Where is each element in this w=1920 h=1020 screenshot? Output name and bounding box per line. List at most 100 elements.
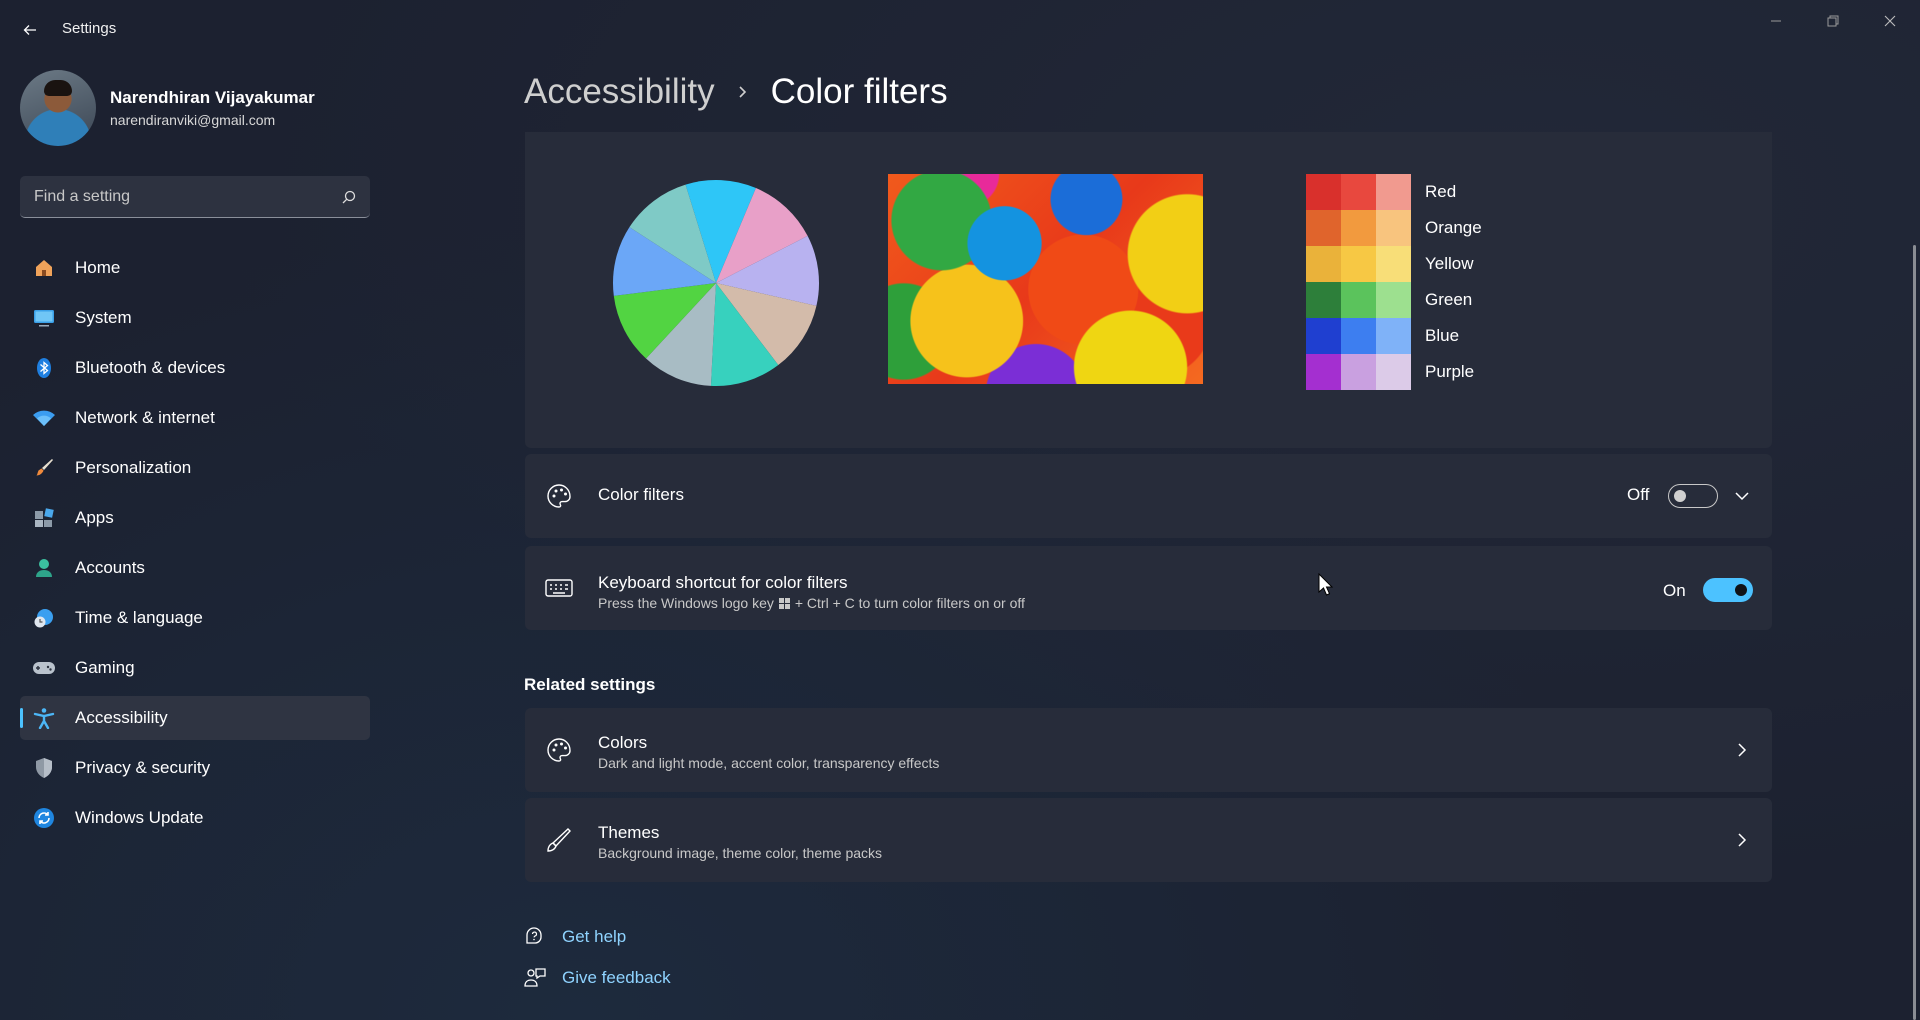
back-button[interactable] (14, 16, 46, 44)
preview-photo (888, 174, 1203, 384)
color-swatch (1376, 318, 1411, 354)
monitor-icon (32, 306, 56, 330)
sidebar-item-windows-update[interactable]: Windows Update (20, 796, 370, 840)
sidebar-item-label: Apps (75, 508, 114, 527)
color-swatch (1341, 282, 1376, 318)
search-input[interactable] (34, 187, 342, 206)
keyboard-shortcut-toggle[interactable] (1703, 578, 1753, 602)
breadcrumb: Accessibility Color filters (524, 72, 948, 112)
minimize-button[interactable] (1753, 6, 1799, 36)
color-swatch (1306, 318, 1341, 354)
globe-clock-icon (32, 606, 56, 630)
sidebar-item-accessibility[interactable]: Accessibility (20, 696, 370, 740)
themes-subtitle: Background image, theme color, theme pac… (598, 845, 883, 861)
color-swatch (1376, 354, 1411, 390)
themes-title: Themes (598, 823, 660, 842)
get-help-label: Get help (562, 927, 627, 946)
sidebar-item-personalization[interactable]: Personalization (20, 446, 370, 490)
color-swatch (1341, 354, 1376, 390)
color-swatch (1341, 246, 1376, 282)
sidebar-item-network[interactable]: Network & internet (20, 396, 370, 440)
sidebar-nav: Home System Bluetooth & devices Network … (20, 246, 370, 846)
sidebar-item-gaming[interactable]: Gaming (20, 646, 370, 690)
color-label: Green (1425, 290, 1473, 309)
gamepad-icon (32, 656, 56, 680)
sidebar-item-apps[interactable]: Apps (20, 496, 370, 540)
keyboard-shortcut-state: On (1663, 581, 1686, 600)
sidebar-item-system[interactable]: System (20, 296, 370, 340)
color-swatch (1376, 246, 1411, 282)
profile-email: narendiranviki@gmail.com (110, 112, 276, 128)
breadcrumb-parent[interactable]: Accessibility (524, 72, 715, 112)
related-settings-heading: Related settings (524, 675, 656, 694)
apps-icon (32, 506, 56, 530)
pen-brush-icon (545, 826, 573, 854)
keyboard-shortcut-setting: Keyboard shortcut for color filters Pres… (525, 546, 1772, 630)
minimize-icon (1771, 20, 1781, 22)
subtitle-text: Press the Windows logo key (598, 595, 774, 611)
color-swatch (1306, 210, 1341, 246)
avatar (20, 70, 96, 146)
app-title: Settings (62, 20, 117, 37)
sidebar-item-time-language[interactable]: Time & language (20, 596, 370, 640)
color-wheel-preview (613, 180, 819, 386)
palette-icon (545, 482, 573, 510)
color-swatch (1306, 246, 1341, 282)
wifi-icon (32, 406, 56, 430)
sidebar-item-label: Bluetooth & devices (75, 358, 226, 377)
brush-icon (32, 456, 56, 480)
page-title: Color filters (770, 72, 948, 111)
color-swatch (1306, 282, 1341, 318)
restore-icon (1827, 15, 1839, 27)
keyboard-icon (545, 574, 573, 602)
color-label: Yellow (1425, 254, 1474, 273)
color-filters-setting[interactable]: Color filters Off (525, 454, 1772, 538)
sidebar-item-label: Time & language (75, 608, 203, 627)
scrollbar[interactable] (1913, 245, 1916, 1020)
restore-button[interactable] (1810, 6, 1856, 36)
subtitle-text: + Ctrl + C to turn color filters on or o… (794, 595, 1025, 611)
user-profile[interactable]: Narendhiran Vijayakumar narendiranviki@g… (20, 70, 380, 146)
home-icon (32, 256, 56, 280)
windows-logo-icon (778, 597, 790, 609)
color-swatch (1376, 282, 1411, 318)
feedback-icon (524, 968, 546, 987)
sidebar-item-label: Network & internet (75, 408, 215, 427)
color-filter-preview: Red Orange Yellow Green Blue Purple (525, 132, 1772, 448)
color-swatch (1341, 318, 1376, 354)
keyboard-shortcut-subtitle: Press the Windows logo key + Ctrl + C to… (598, 595, 1025, 611)
color-swatch (1341, 210, 1376, 246)
give-feedback-link[interactable]: Give feedback (524, 967, 671, 989)
profile-name: Narendhiran Vijayakumar (110, 88, 315, 107)
color-swatch (1306, 354, 1341, 390)
sidebar-item-label: Home (75, 258, 121, 277)
chevron-right-icon (1730, 828, 1754, 852)
sidebar-item-privacy[interactable]: Privacy & security (20, 746, 370, 790)
color-filters-toggle[interactable] (1668, 484, 1718, 508)
color-label: Red (1425, 182, 1457, 201)
keyboard-shortcut-title: Keyboard shortcut for color filters (598, 573, 848, 592)
search-box (20, 176, 370, 218)
close-icon (1884, 15, 1896, 27)
color-label: Orange (1425, 218, 1482, 237)
chevron-right-icon (1730, 738, 1754, 762)
sidebar-item-bluetooth[interactable]: Bluetooth & devices (20, 346, 370, 390)
get-help-link[interactable]: Get help (524, 926, 626, 948)
sidebar-item-label: Windows Update (75, 808, 204, 827)
colors-subtitle: Dark and light mode, accent color, trans… (598, 755, 940, 771)
related-colors-link[interactable]: Colors Dark and light mode, accent color… (525, 708, 1772, 792)
sidebar-item-accounts[interactable]: Accounts (20, 546, 370, 590)
sidebar-item-home[interactable]: Home (20, 246, 370, 290)
chevron-down-icon[interactable] (1730, 484, 1754, 508)
close-button[interactable] (1867, 6, 1913, 36)
color-swatch (1376, 210, 1411, 246)
colors-title: Colors (598, 733, 648, 752)
person-icon (32, 556, 56, 580)
search-icon[interactable] (342, 190, 356, 204)
related-themes-link[interactable]: Themes Background image, theme color, th… (525, 798, 1772, 882)
accessibility-icon (32, 706, 56, 730)
palette-icon (545, 736, 573, 764)
help-chat-icon (526, 927, 542, 944)
sidebar-item-label: Gaming (75, 658, 135, 677)
color-swatch (1341, 174, 1376, 210)
